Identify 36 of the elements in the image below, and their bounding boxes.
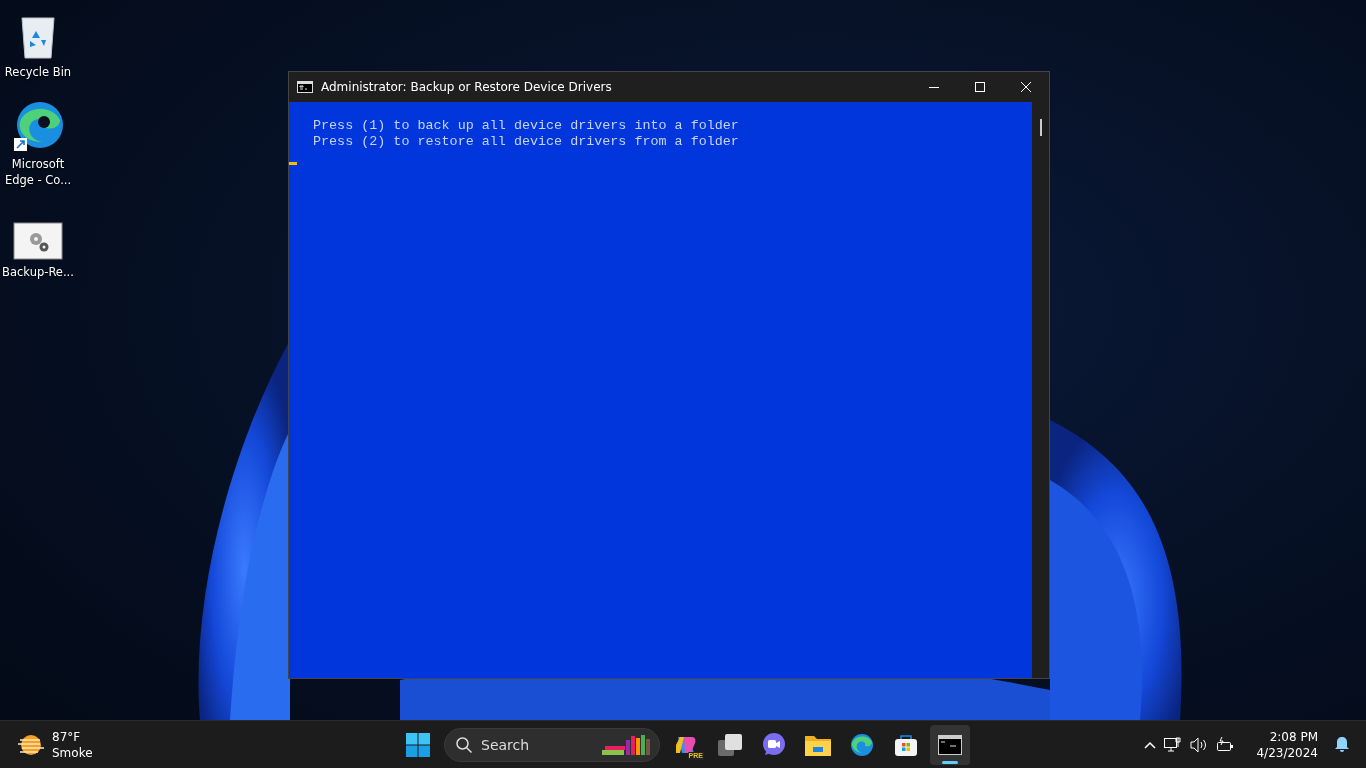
weather-condition[interactable]: Smoke	[52, 744, 93, 761]
shopping-bag-icon	[894, 732, 918, 757]
gears-file-icon	[13, 222, 63, 260]
windows-logo-icon	[406, 732, 430, 757]
clock-time[interactable]: 2:08 PM	[1269, 728, 1318, 745]
maximize-icon	[975, 82, 985, 92]
console-app-icon	[297, 81, 313, 93]
search-icon	[456, 736, 472, 753]
desktop-icon-label[interactable]: Microsoft Edge - Co...	[0, 156, 76, 188]
window-title: Administrator: Backup or Restore Device Drivers	[321, 80, 613, 94]
close-icon	[1021, 82, 1031, 92]
weather-temperature[interactable]: 87°F	[52, 728, 93, 745]
search-field[interactable]: Search	[444, 727, 660, 762]
clock-date[interactable]: 4/23/2024	[1256, 744, 1318, 761]
hazy-sun-icon[interactable]	[18, 733, 44, 756]
books-icon	[602, 733, 652, 756]
folder-icon	[805, 733, 831, 756]
console-line: Press (2) to restore all device drivers from a folder	[313, 134, 739, 150]
chevron-up-icon[interactable]	[1144, 740, 1157, 749]
browser-icon	[850, 732, 874, 757]
console-icon	[938, 734, 962, 755]
console-line: Press (1) to back up all device drivers into a folder	[313, 118, 739, 134]
scrollbar-thumb[interactable]	[1039, 119, 1042, 136]
console-taskbar-button[interactable]	[930, 724, 970, 765]
copilot-logo-icon	[674, 734, 698, 755]
video-camera-icon	[762, 732, 786, 757]
bell-icon[interactable]	[1334, 736, 1350, 753]
browser-shortcut-icon	[12, 100, 64, 152]
desktop-icon-label[interactable]: Recycle Bin	[0, 64, 76, 80]
stacked-windows-icon	[718, 733, 742, 756]
volume-icon[interactable]	[1190, 736, 1209, 753]
battery-charging-icon[interactable]	[1216, 736, 1235, 753]
recycle-bin-icon	[18, 14, 58, 60]
network-icon[interactable]	[1164, 736, 1183, 753]
desktop-icon-label[interactable]: Backup-Re...	[0, 264, 76, 280]
active-indicator	[942, 760, 958, 764]
